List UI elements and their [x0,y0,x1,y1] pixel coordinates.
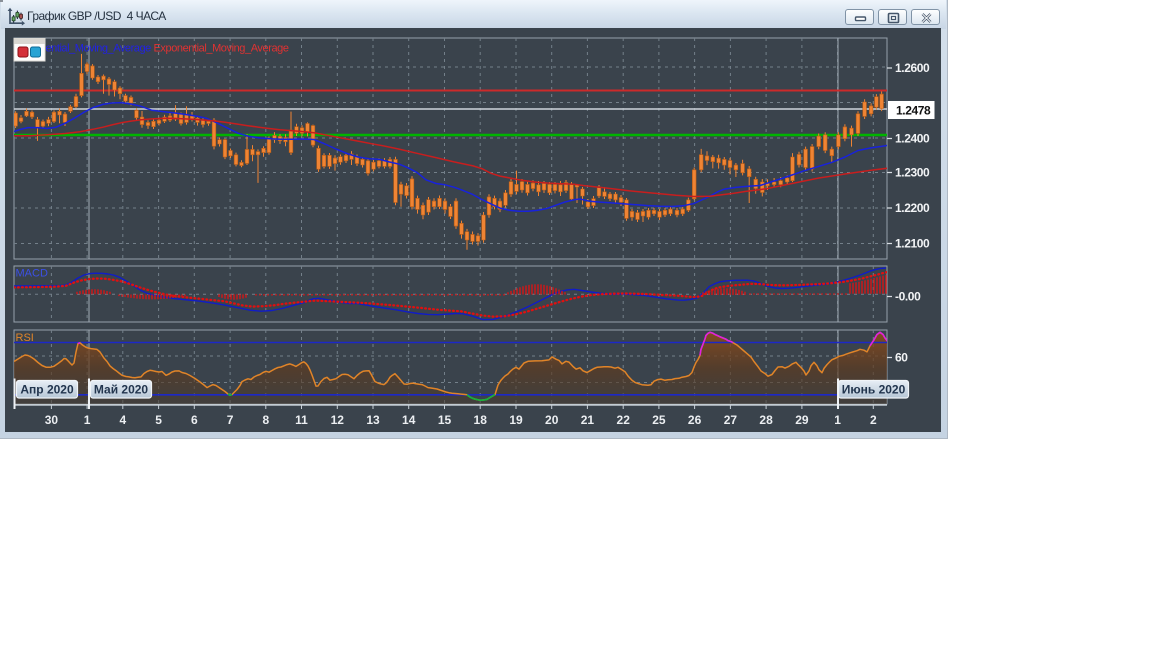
svg-text:19: 19 [509,413,523,427]
svg-text:26: 26 [688,413,702,427]
svg-text:11: 11 [295,413,308,427]
svg-text:1.2600: 1.2600 [895,61,930,75]
svg-text:18: 18 [474,413,488,427]
svg-text:1: 1 [834,413,841,427]
svg-text:1.2100: 1.2100 [895,237,930,251]
svg-text:6: 6 [191,413,198,427]
svg-text:20: 20 [545,413,559,427]
svg-text:1.2200: 1.2200 [895,201,930,215]
svg-text:1.2300: 1.2300 [895,166,930,180]
svg-text:12: 12 [331,413,345,427]
svg-text:MACD: MACD [16,268,48,280]
svg-text:-0.00: -0.00 [895,290,921,304]
svg-text:5: 5 [155,413,162,427]
svg-text:28: 28 [759,413,773,427]
svg-text:Апр 2020: Апр 2020 [20,383,74,397]
svg-text:7: 7 [227,413,234,427]
svg-text:15: 15 [438,413,452,427]
svg-text:Июнь 2020: Июнь 2020 [842,383,906,397]
svg-text:29: 29 [795,413,809,427]
svg-text:2: 2 [870,413,877,427]
svg-text:30: 30 [45,413,59,427]
svg-text:1: 1 [84,413,91,427]
svg-text:14: 14 [402,413,416,427]
svg-text:ential_Moving_Average: ential_Moving_Average [46,43,152,55]
svg-text:27: 27 [724,413,738,427]
svg-text:4: 4 [119,413,126,427]
svg-text:22: 22 [617,413,631,427]
svg-text:Май 2020: Май 2020 [94,383,149,397]
svg-text:Exponential_Moving_Average: Exponential_Moving_Average [154,43,289,55]
svg-text:8: 8 [262,413,269,427]
svg-text:1.2400: 1.2400 [895,132,930,146]
svg-text:21: 21 [581,413,595,427]
svg-text:13: 13 [366,413,380,427]
svg-text:RSI: RSI [16,332,34,344]
svg-text:60: 60 [895,351,908,365]
svg-text:1.2478: 1.2478 [896,104,931,118]
svg-text:25: 25 [652,413,666,427]
